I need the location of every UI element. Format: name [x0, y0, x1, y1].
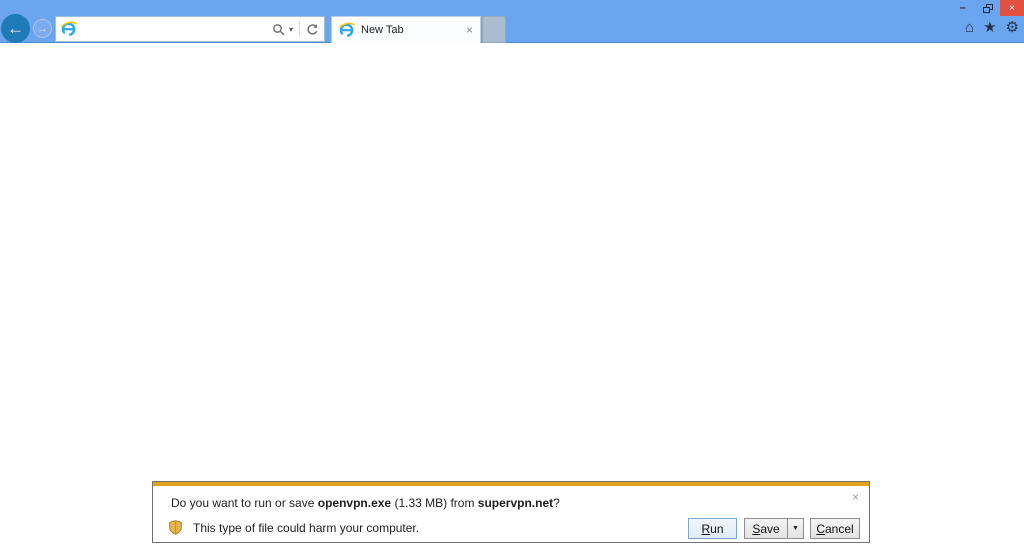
search-dropdown-icon[interactable]: ▾: [289, 25, 293, 34]
close-button[interactable]: ×: [1000, 0, 1024, 16]
tab-close-icon[interactable]: ×: [466, 23, 473, 37]
address-input[interactable]: [77, 19, 272, 39]
warning-text: This type of file could harm your comput…: [193, 520, 420, 535]
ie-favicon: [61, 21, 77, 36]
back-arrow-icon: ←: [7, 18, 24, 38]
favorites-star-icon[interactable]: ★: [983, 20, 996, 36]
minimize-icon: –: [959, 2, 966, 14]
forward-arrow-icon: →: [37, 22, 48, 35]
home-icon[interactable]: ⌂: [965, 20, 974, 36]
command-bar: ⌂ ★ ⚙: [965, 20, 1019, 36]
address-bar-tools: ▾: [272, 21, 319, 37]
restore-icon: [982, 3, 993, 13]
minimize-button[interactable]: –: [950, 0, 975, 16]
tab-new-tab[interactable]: New Tab ×: [331, 16, 481, 43]
back-button[interactable]: ←: [1, 14, 30, 43]
search-icon[interactable]: [272, 23, 285, 36]
restore-button[interactable]: [975, 0, 1000, 16]
gear-icon[interactable]: ⚙: [1006, 20, 1019, 36]
save-button[interactable]: Save: [744, 518, 788, 539]
browser-window: ← → ▾ New Tab × ⌂ ★ ⚙ – × Do you want to…: [0, 0, 1024, 545]
download-actions: Run Save ▼ Cancel: [688, 518, 860, 539]
address-divider: [299, 21, 300, 37]
notification-accent-stripe: [153, 482, 869, 486]
blank-page-content: [0, 44, 1024, 545]
cancel-button[interactable]: Cancel: [810, 518, 860, 539]
message-suffix: ?: [553, 496, 560, 510]
window-controls: – ×: [950, 0, 1024, 16]
forward-button[interactable]: →: [33, 19, 52, 38]
download-host: supervpn.net: [477, 496, 554, 510]
browser-chrome: ← → ▾ New Tab × ⌂ ★ ⚙ – ×: [0, 0, 1024, 43]
address-bar: ▾: [55, 16, 325, 42]
new-tab-button[interactable]: [482, 16, 506, 43]
tab-title: New Tab: [361, 24, 404, 36]
download-notification-bar: Do you want to run or save openvpn.exe (…: [152, 481, 870, 543]
security-shield-icon: [169, 520, 182, 535]
download-prompt-message: Do you want to run or save openvpn.exe (…: [171, 496, 560, 510]
download-filename: openvpn.exe: [317, 496, 392, 510]
close-icon: ×: [1009, 2, 1015, 14]
message-prefix: Do you want to run or save: [171, 496, 318, 510]
refresh-icon[interactable]: [306, 23, 319, 36]
message-size: (1.33 MB) from: [391, 496, 478, 510]
tab-ie-favicon: [339, 22, 355, 37]
download-warning: This type of file could harm your comput…: [169, 520, 419, 535]
run-button[interactable]: Run: [688, 518, 737, 539]
notification-close-icon[interactable]: ×: [852, 490, 859, 504]
save-options-dropdown-icon[interactable]: ▼: [787, 518, 804, 539]
